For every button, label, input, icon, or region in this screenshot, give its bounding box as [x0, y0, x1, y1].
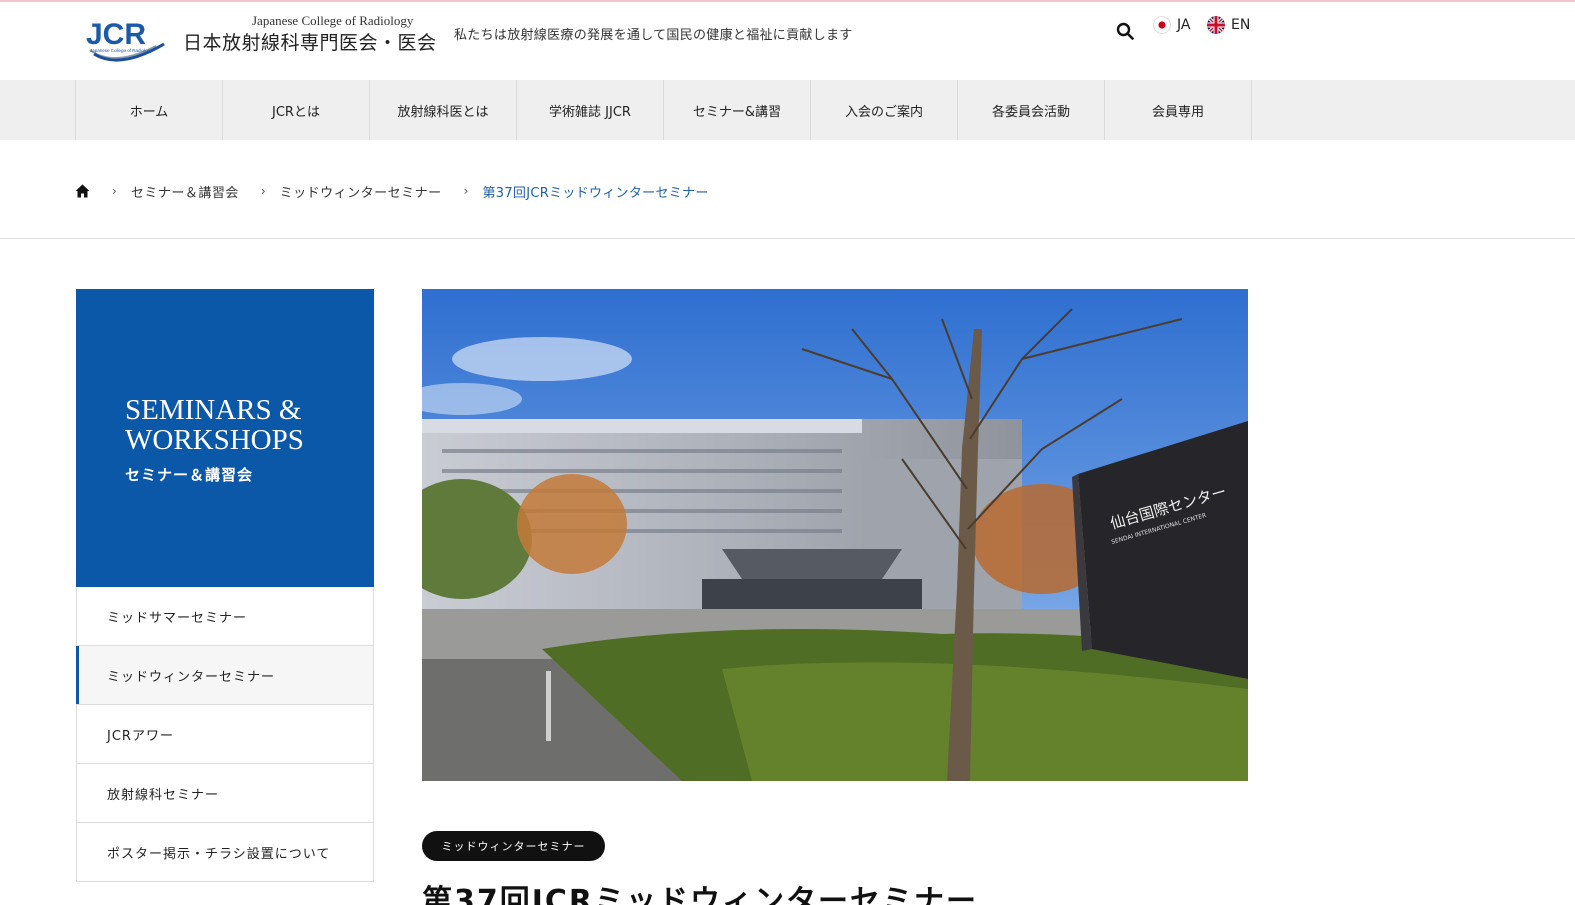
logo-subtext: Japanese College of Radiology [90, 48, 153, 53]
breadcrumb-midwinter[interactable]: ミッドウィンターセミナー [280, 182, 442, 201]
home-icon[interactable] [75, 184, 90, 198]
chevron-right-icon: › [260, 184, 266, 198]
sidebar-item-midwinter[interactable]: ミッドウィンターセミナー [76, 646, 373, 705]
nav-item-committees[interactable]: 各委員会活動 [958, 80, 1105, 140]
logo-wordmark: JCR [86, 18, 146, 51]
sidebar-heading-panel: SEMINARS & WORKSHOPS セミナー＆講習会 [76, 289, 374, 587]
sidebar-item-poster[interactable]: ポスター掲示・チラシ設置について [77, 823, 373, 882]
chevron-right-icon: › [463, 184, 469, 198]
nav-item-members-only[interactable]: 会員専用 [1105, 80, 1252, 140]
sidebar-item-radiology-seminar[interactable]: 放射線科セミナー [77, 764, 373, 823]
chevron-right-icon: › [112, 184, 117, 198]
sidebar-title-en: SEMINARS & WORKSHOPS [125, 395, 304, 455]
nav-item-about-jcr[interactable]: JCRとは [223, 80, 370, 140]
header-divider [0, 238, 1575, 239]
lang-en-link[interactable]: EN [1207, 16, 1250, 34]
breadcrumb-current: 第37回JCRミッドウィンターセミナー [482, 185, 709, 201]
japan-flag-icon [1153, 16, 1171, 34]
nav-item-membership[interactable]: 入会のご案内 [811, 80, 958, 140]
sidebar-title-en-line1: SEMINARS & [125, 394, 302, 426]
breadcrumb-seminars[interactable]: セミナー＆講習会 [131, 182, 239, 201]
sidebar-item-jcr-hour[interactable]: JCRアワー [77, 705, 373, 764]
lang-ja-label: JA [1177, 17, 1191, 33]
lang-ja-link[interactable]: JA [1153, 16, 1190, 34]
breadcrumb: › セミナー＆講習会 › ミッドウィンターセミナー › 第37回JCRミッドウィ… [75, 180, 709, 202]
org-name-en: Japanese College of Radiology [252, 13, 414, 28]
sidebar-item-midsummer[interactable]: ミッドサマーセミナー [77, 587, 373, 646]
venue-photo: 仙台国際センター SENDAI INTERNATIONAL CENTER [422, 289, 1248, 781]
site-header: JCR Japanese College of Radiology Japane… [0, 2, 1575, 80]
org-name-ja: 日本放射線科専門医会・医会 [183, 32, 437, 54]
lang-en-label: EN [1231, 17, 1251, 33]
sidebar-title-ja: セミナー＆講習会 [125, 466, 254, 484]
sidebar-title-en-line2: WORKSHOPS [125, 424, 304, 456]
jcr-logo[interactable]: JCR Japanese College of Radiology [84, 16, 174, 64]
search-icon[interactable] [1116, 22, 1134, 40]
sidebar-menu: ミッドサマーセミナー ミッドウィンターセミナー JCRアワー 放射線科セミナー … [76, 587, 374, 882]
category-tag[interactable]: ミッドウィンターセミナー [422, 831, 605, 861]
nav-item-seminars[interactable]: セミナー&講習 [664, 80, 811, 140]
nav-item-home[interactable]: ホーム [76, 80, 223, 140]
site-tagline: 私たちは放射線医療の発展を通して国民の健康と福祉に貢献します [454, 28, 853, 43]
nav-item-journal[interactable]: 学術雑誌 JJCR [517, 80, 664, 140]
nav-item-about-radiologist[interactable]: 放射線科医とは [370, 80, 517, 140]
global-nav: ホーム JCRとは 放射線科医とは 学術雑誌 JJCR セミナー&講習 入会のご… [0, 80, 1575, 140]
uk-flag-icon [1207, 16, 1225, 34]
page-title: 第37回JCRミッドウィンターセミナー [422, 884, 979, 905]
